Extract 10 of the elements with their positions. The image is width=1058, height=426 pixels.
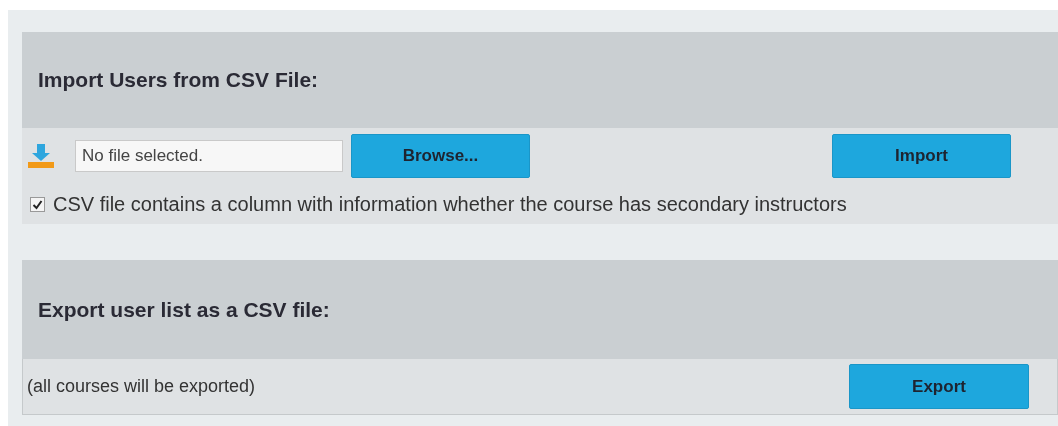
panel-title: Export user list as a CSV file: [38,297,330,322]
export-button[interactable]: Export [849,364,1029,409]
download-icon [28,144,54,168]
panel-title: Import Users from CSV File: [38,68,319,92]
export-note: (all courses will be exported) [27,376,256,397]
file-field[interactable]: No file selected. [75,140,343,172]
browse-button[interactable]: Browse... [351,134,530,178]
import-button[interactable]: Import [832,134,1011,178]
checkbox-label: CSV file contains a column with information whether the course has secondary instructors [53,192,847,216]
checkbox[interactable] [30,196,45,212]
